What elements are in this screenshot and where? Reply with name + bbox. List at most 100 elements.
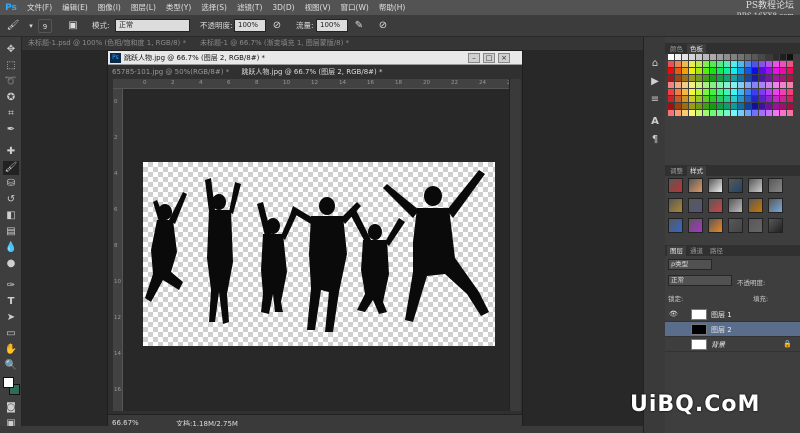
swatch[interactable] bbox=[668, 110, 674, 116]
swatch[interactable] bbox=[724, 82, 730, 88]
type-tool-icon[interactable]: T bbox=[3, 295, 19, 309]
swatch[interactable] bbox=[675, 103, 681, 109]
style-preset[interactable] bbox=[748, 178, 763, 193]
swatch[interactable] bbox=[773, 110, 779, 116]
swatch[interactable] bbox=[689, 61, 695, 67]
swatch[interactable] bbox=[668, 96, 674, 102]
layer-row-1[interactable]: 👁 图层 1 bbox=[665, 307, 800, 322]
style-preset[interactable] bbox=[668, 178, 683, 193]
swatch[interactable] bbox=[668, 103, 674, 109]
swatch[interactable] bbox=[745, 89, 751, 95]
swatch[interactable] bbox=[759, 96, 765, 102]
swatch[interactable] bbox=[696, 54, 702, 60]
pressure-opacity-icon[interactable]: ⊘ bbox=[270, 19, 284, 33]
swatch[interactable] bbox=[703, 89, 709, 95]
close-button[interactable]: × bbox=[498, 53, 510, 63]
swatch[interactable] bbox=[752, 89, 758, 95]
swatch[interactable] bbox=[717, 82, 723, 88]
eye-icon[interactable] bbox=[669, 340, 677, 348]
swatch[interactable] bbox=[717, 61, 723, 67]
blend-mode-select[interactable]: 正常 bbox=[668, 275, 732, 286]
swatch[interactable] bbox=[780, 103, 786, 109]
swatch[interactable] bbox=[668, 68, 674, 74]
style-preset[interactable] bbox=[728, 178, 743, 193]
quick-mask-icon[interactable]: ◙ bbox=[3, 401, 19, 415]
swatch[interactable] bbox=[696, 61, 702, 67]
zoom-tool-icon[interactable]: 🔍 bbox=[3, 359, 19, 373]
swatch[interactable] bbox=[696, 75, 702, 81]
swatch[interactable] bbox=[752, 68, 758, 74]
swatch[interactable] bbox=[738, 75, 744, 81]
swatch[interactable] bbox=[689, 103, 695, 109]
brush-tool-icon[interactable]: 🖌 bbox=[3, 161, 19, 175]
swatch[interactable] bbox=[682, 103, 688, 109]
swatch[interactable] bbox=[731, 103, 737, 109]
brush-preset-picker[interactable]: 9 bbox=[38, 19, 52, 33]
hand-tool-icon[interactable]: ✋ bbox=[3, 343, 19, 357]
swatch[interactable] bbox=[738, 61, 744, 67]
swatch[interactable] bbox=[717, 54, 723, 60]
swatch[interactable] bbox=[668, 75, 674, 81]
swatch[interactable] bbox=[766, 54, 772, 60]
swatch[interactable] bbox=[766, 75, 772, 81]
brush-presets-icon[interactable]: ≡ bbox=[647, 93, 663, 107]
swatch[interactable] bbox=[675, 89, 681, 95]
swatch[interactable] bbox=[689, 96, 695, 102]
swatch[interactable] bbox=[752, 75, 758, 81]
swatch[interactable] bbox=[696, 103, 702, 109]
swatch[interactable] bbox=[717, 110, 723, 116]
swatch[interactable] bbox=[745, 68, 751, 74]
swatch[interactable] bbox=[745, 82, 751, 88]
style-preset[interactable] bbox=[768, 198, 783, 213]
shape-tool-icon[interactable]: ▭ bbox=[3, 327, 19, 341]
menu-filter[interactable]: 滤镜(T) bbox=[232, 2, 267, 13]
paragraph-panel-icon[interactable]: ¶ bbox=[647, 133, 663, 147]
image-canvas[interactable] bbox=[143, 162, 495, 346]
menu-view[interactable]: 视图(V) bbox=[300, 2, 336, 13]
swatch[interactable] bbox=[773, 89, 779, 95]
style-preset[interactable] bbox=[708, 218, 723, 233]
swatch[interactable] bbox=[759, 61, 765, 67]
tab-paths[interactable]: 路径 bbox=[707, 246, 726, 256]
swatch[interactable] bbox=[717, 103, 723, 109]
swatch[interactable] bbox=[675, 68, 681, 74]
doc-tab-untitled-psd[interactable]: 未标题-1.psd @ 100% (色相/饱和度 1, RGB/8) * bbox=[28, 37, 186, 50]
quick-selection-tool-icon[interactable]: ✪ bbox=[3, 91, 19, 105]
swatch[interactable] bbox=[787, 89, 793, 95]
swatch[interactable] bbox=[766, 110, 772, 116]
swatch[interactable] bbox=[682, 54, 688, 60]
swatch[interactable] bbox=[724, 110, 730, 116]
swatch[interactable] bbox=[773, 54, 779, 60]
swatch[interactable] bbox=[689, 110, 695, 116]
swatch[interactable] bbox=[696, 68, 702, 74]
swatch[interactable] bbox=[759, 82, 765, 88]
swatch[interactable] bbox=[682, 82, 688, 88]
swatch[interactable] bbox=[703, 110, 709, 116]
swatch[interactable] bbox=[766, 68, 772, 74]
swatch[interactable] bbox=[717, 68, 723, 74]
mode-select[interactable]: 正常 bbox=[115, 19, 190, 32]
swatch[interactable] bbox=[731, 82, 737, 88]
pressure-size-icon[interactable]: ⊘ bbox=[376, 19, 390, 33]
tab-layers[interactable]: 图层 bbox=[667, 246, 686, 256]
swatch[interactable] bbox=[682, 61, 688, 67]
path-selection-tool-icon[interactable]: ➤ bbox=[3, 311, 19, 325]
tab-swatches[interactable]: 色板 bbox=[687, 44, 706, 54]
swatch[interactable] bbox=[724, 75, 730, 81]
swatch[interactable] bbox=[675, 54, 681, 60]
swatch[interactable] bbox=[745, 54, 751, 60]
doc-tab-untitled-1[interactable]: 未标题-1 @ 66.7% (渐变填充 1, 图层蒙版/8) * bbox=[200, 37, 349, 50]
swatch[interactable] bbox=[682, 110, 688, 116]
swatch[interactable] bbox=[787, 75, 793, 81]
swatch[interactable] bbox=[668, 89, 674, 95]
style-preset[interactable] bbox=[708, 198, 723, 213]
swatch[interactable] bbox=[780, 68, 786, 74]
swatch[interactable] bbox=[710, 68, 716, 74]
swatch[interactable] bbox=[703, 103, 709, 109]
style-preset[interactable] bbox=[708, 178, 723, 193]
style-preset[interactable] bbox=[728, 198, 743, 213]
swatch[interactable] bbox=[787, 103, 793, 109]
blur-tool-icon[interactable]: 💧 bbox=[3, 241, 19, 255]
lasso-tool-icon[interactable]: ➰ bbox=[3, 75, 19, 89]
swatch[interactable] bbox=[731, 75, 737, 81]
